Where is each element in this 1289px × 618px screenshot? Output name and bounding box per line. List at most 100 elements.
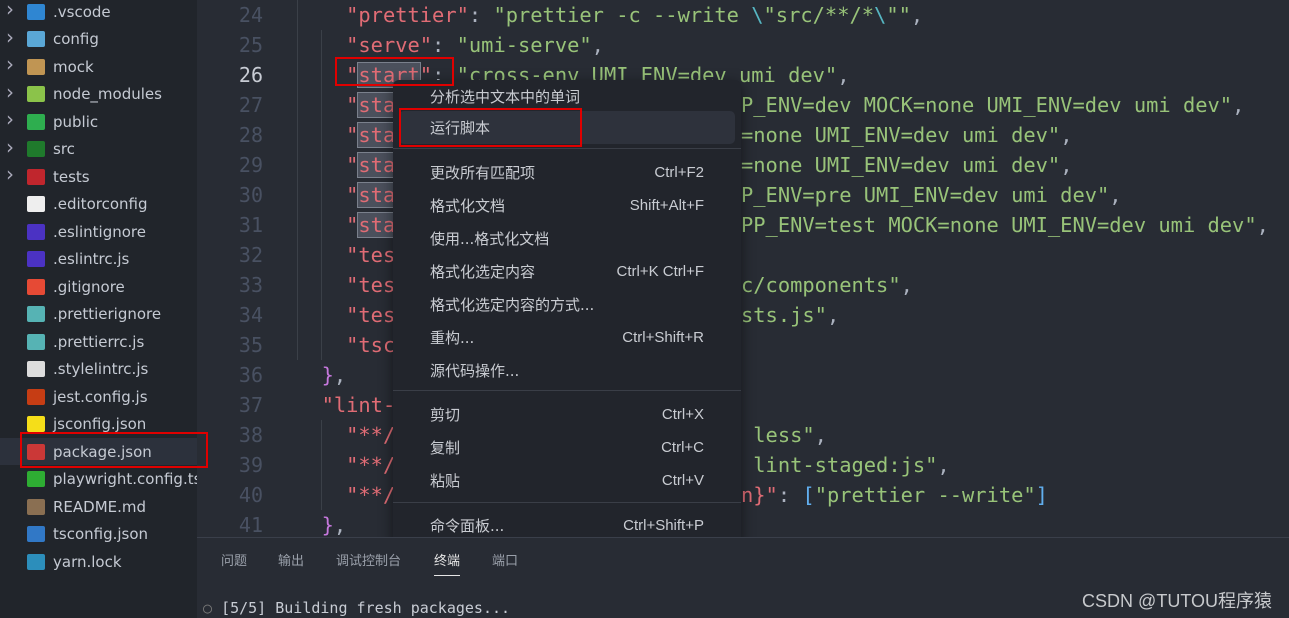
menu-item[interactable]: 复制 Ctrl+C [399, 431, 735, 464]
tree-item-playwright-config-ts[interactable]: playwright.config.ts [0, 466, 201, 493]
code-line[interactable]: "**/ [297, 420, 395, 450]
menu-item[interactable]: 源代码操作... [399, 354, 735, 387]
annotation-box-start-key [335, 57, 454, 86]
tree-item-tsconfig-json[interactable]: tsconfig.json [0, 521, 197, 548]
menu-item-label: 命令面板... [430, 517, 505, 535]
code-line[interactable]: "serve": "umi-serve", [297, 30, 604, 60]
menu-item-shortcut: Ctrl+V [661, 472, 704, 489]
tree-item-README-md[interactable]: README.md [0, 493, 197, 520]
code-line-fragment[interactable]: =none UMI_ENV=dev umi dev", [741, 120, 1072, 150]
code-line-fragment[interactable]: P_ENV=dev MOCK=none UMI_ENV=dev umi dev"… [741, 90, 1244, 120]
code-line-fragment[interactable]: n}": ["prettier --write"] [741, 480, 1048, 510]
menu-item-label: 复制 [430, 439, 461, 457]
code-line[interactable]: "sta [297, 120, 397, 150]
tree-item-node-modules[interactable]: › node_modules [0, 80, 197, 108]
git-icon [27, 278, 45, 295]
code-line[interactable]: "tes [297, 270, 395, 300]
code-line-fragment[interactable]: less", [741, 420, 827, 450]
tree-item-eslintrc-js[interactable]: .eslintrc.js [0, 246, 197, 273]
menu-separator [393, 502, 741, 503]
tree-item-public[interactable]: › public [0, 107, 197, 135]
panel-tab[interactable]: 调试控制台 [336, 550, 401, 569]
chevron-right-icon[interactable]: › [6, 162, 14, 186]
code-token: "tes [346, 303, 396, 327]
code-line[interactable]: "sta [297, 210, 397, 240]
menu-item[interactable]: 格式化文档 Shift+Alt+F [399, 189, 735, 222]
panel-tab[interactable]: 输出 [278, 550, 304, 569]
menu-item[interactable]: 格式化选定内容的方式... [399, 288, 735, 321]
chevron-right-icon[interactable]: › [6, 0, 14, 21]
code-line-fragment[interactable]: =none UMI_ENV=dev umi dev", [741, 150, 1072, 180]
code-token: "serve" [346, 33, 433, 57]
node-folder-icon [27, 86, 45, 102]
tree-item-config[interactable]: › config [0, 25, 197, 53]
tree-item-eslintignore[interactable]: .eslintignore [0, 218, 197, 245]
code-line[interactable]: "prettier": "prettier -c --write \"src/*… [297, 0, 923, 30]
config-folder-icon [27, 31, 45, 47]
menu-item[interactable]: 格式化选定内容 Ctrl+K Ctrl+F [399, 255, 735, 288]
menu-item-label: 格式化文档 [430, 197, 506, 215]
code-line[interactable]: "**/ [297, 480, 395, 510]
code-line[interactable]: "tes [297, 240, 395, 270]
tree-item-gitignore[interactable]: .gitignore [0, 273, 197, 300]
code-line[interactable]: "sta [297, 90, 397, 120]
panel-tab[interactable]: 问题 [221, 550, 247, 569]
line-number: 33 [238, 273, 263, 297]
code-line-fragment[interactable]: lint-staged:js", [741, 450, 949, 480]
tree-item-label: .prettierrc.js [53, 332, 145, 351]
tree-item-jest-config-js[interactable]: jest.config.js [0, 383, 197, 410]
code-token: "**/ [346, 453, 396, 477]
chevron-right-icon[interactable]: › [6, 80, 14, 104]
code-token: , [837, 63, 850, 87]
code-line[interactable]: "lint- [297, 390, 396, 420]
tree-item-yarn-lock[interactable]: yarn.lock [0, 548, 197, 575]
chevron-right-icon[interactable]: › [6, 25, 14, 49]
menu-item-label: 粘贴 [430, 472, 461, 490]
tree-item-prettierrc-js[interactable]: .prettierrc.js [0, 328, 197, 355]
code-token: "**/ [346, 423, 396, 447]
code-line-fragment[interactable]: c/components", [741, 270, 913, 300]
tree-item-label: .eslintrc.js [53, 250, 130, 268]
code-line-fragment[interactable]: P_ENV=pre UMI_ENV=dev umi dev", [741, 180, 1122, 210]
menu-item[interactable]: 更改所有匹配项 Ctrl+F2 [399, 156, 735, 189]
tree-item-label: node_modules [53, 85, 162, 103]
menu-item[interactable]: 剪切 Ctrl+X [399, 398, 735, 431]
panel-tab[interactable]: 端口 [492, 550, 518, 569]
tree-item-label: .eslintignore [53, 222, 146, 241]
code-line[interactable]: "**/ [297, 450, 395, 480]
tree-item-label: .prettierignore [53, 305, 162, 323]
terminal-output[interactable]: ○ [5/5] Building fresh packages... [203, 599, 510, 617]
code-token: less" [741, 423, 815, 447]
line-number: 30 [238, 183, 263, 207]
tree-item-src[interactable]: › src [0, 135, 197, 163]
tree-item-prettierignore[interactable]: .prettierignore [0, 301, 197, 328]
code-line[interactable]: }, [297, 360, 347, 390]
menu-item[interactable]: 重构... Ctrl+Shift+R [399, 321, 735, 354]
tree-item-stylelintrc-js[interactable]: .stylelintrc.js [0, 356, 197, 383]
code-line[interactable]: "sta [297, 180, 397, 210]
code-line[interactable]: }, [297, 510, 347, 537]
menu-item[interactable]: 粘贴 Ctrl+V [399, 464, 735, 497]
chevron-right-icon[interactable]: › [6, 52, 14, 76]
code-line[interactable]: "tsc [297, 330, 395, 360]
tree-item-editorconfig[interactable]: .editorconfig [0, 191, 197, 218]
code-token: " [346, 93, 359, 117]
code-line[interactable]: "tes [297, 300, 395, 330]
code-token: } [321, 363, 334, 387]
chevron-right-icon[interactable]: › [6, 107, 14, 131]
code-line-fragment[interactable]: sts.js", [741, 300, 839, 330]
menu-item[interactable]: 使用...格式化文档 [399, 222, 735, 255]
code-line[interactable]: "sta [297, 150, 397, 180]
ts-icon [27, 526, 45, 542]
code-line-fragment[interactable]: PP_ENV=test MOCK=none UMI_ENV=dev umi de… [741, 210, 1269, 240]
tree-item-vscode[interactable]: › .vscode [0, 0, 197, 25]
tree-item-tests[interactable]: › tests [0, 162, 197, 190]
code-token: "prettier" [346, 3, 469, 27]
tree-item-label: .gitignore [53, 277, 125, 296]
chevron-right-icon[interactable]: › [6, 135, 14, 159]
panel-tab[interactable]: 终端 [434, 550, 461, 576]
line-number: 28 [238, 123, 263, 147]
tree-item-mock[interactable]: › mock [0, 52, 197, 80]
